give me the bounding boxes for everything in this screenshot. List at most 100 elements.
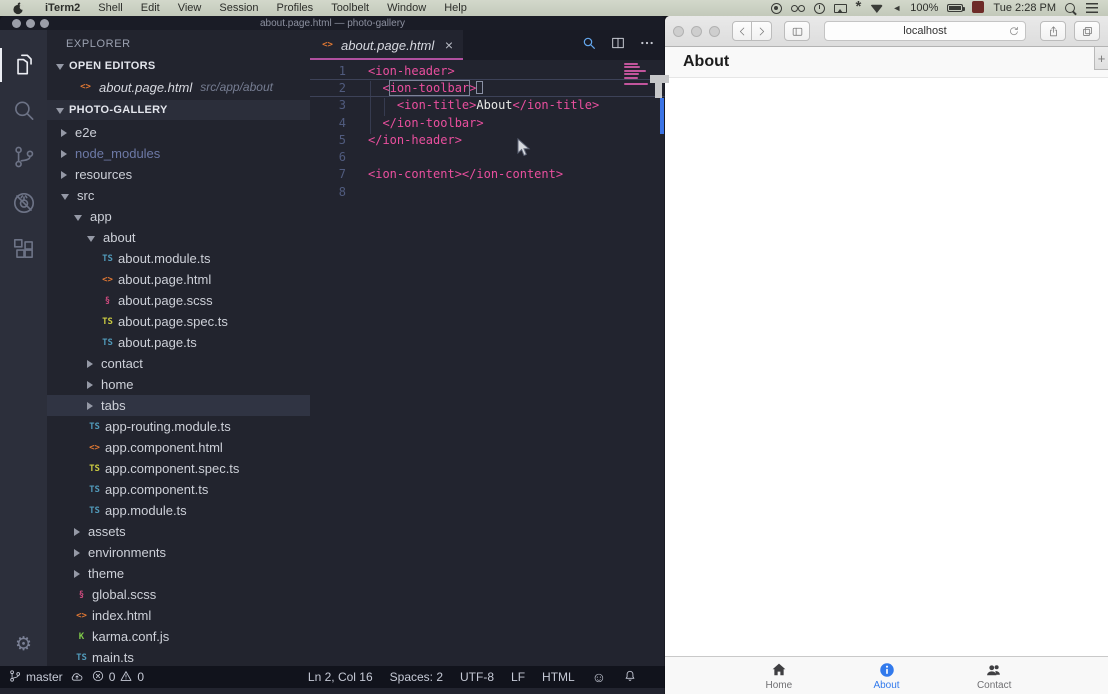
minimize-window-button[interactable]: [691, 26, 702, 37]
tree-item-app-component-ts[interactable]: TSapp.component.ts: [47, 479, 310, 500]
tree-item-tabs[interactable]: tabs: [47, 395, 310, 416]
back-button[interactable]: [732, 21, 752, 41]
code-line-7[interactable]: 7<ion-content></ion-content>: [310, 166, 665, 183]
git-branch-indicator[interactable]: master: [8, 669, 63, 686]
tab-about-page-html[interactable]: <> about.page.html ×: [310, 30, 463, 60]
tree-item-e2e[interactable]: e2e: [47, 122, 310, 143]
problems-indicator[interactable]: 0 0: [91, 669, 144, 686]
asterisk-icon[interactable]: [856, 2, 862, 14]
debug-icon[interactable]: [0, 180, 47, 226]
glasses-icon[interactable]: [791, 5, 805, 12]
code-line-1[interactable]: 1<ion-header>: [310, 62, 665, 79]
tree-item-about-page-ts[interactable]: TSabout.page.ts: [47, 332, 310, 353]
tree-item-app-routing-module-ts[interactable]: TSapp-routing.module.ts: [47, 416, 310, 437]
menu-bar-clock[interactable]: Tue 2:28 PM: [993, 2, 1056, 14]
statusbar-utf-8[interactable]: UTF-8: [460, 670, 494, 684]
tree-item-node-modules[interactable]: node_modules: [47, 143, 310, 164]
tree-item-app[interactable]: app: [47, 206, 310, 227]
tree-item-home[interactable]: home: [47, 374, 310, 395]
tree-item-karma-conf-js[interactable]: Kkarma.conf.js: [47, 626, 310, 647]
more-actions-icon[interactable]: [639, 35, 655, 56]
menu-session[interactable]: Session: [210, 2, 267, 14]
tree-item-resources[interactable]: resources: [47, 164, 310, 185]
tree-item-assets[interactable]: assets: [47, 521, 310, 542]
tree-item-contact[interactable]: contact: [47, 353, 310, 374]
code-editor[interactable]: 1<ion-header>2 <ion-toolbar>3 <ion-title…: [310, 60, 665, 666]
statusbar-spaces[interactable]: Spaces: 2: [390, 670, 443, 684]
tree-item-theme[interactable]: theme: [47, 563, 310, 584]
menu-window[interactable]: Window: [378, 2, 435, 14]
new-tab-button[interactable]: +: [1094, 47, 1108, 70]
explorer-icon[interactable]: [0, 42, 47, 88]
open-editor-item[interactable]: <> about.page.html src/app/about: [47, 76, 310, 98]
code-line-5[interactable]: 5</ion-header>: [310, 131, 665, 148]
share-button[interactable]: [1040, 21, 1066, 41]
split-editor-icon[interactable]: [610, 35, 626, 56]
address-bar[interactable]: localhost: [824, 21, 1026, 41]
menu-view[interactable]: View: [169, 2, 211, 14]
menu-toolbelt[interactable]: Toolbelt: [322, 2, 378, 14]
apple-icon[interactable]: [13, 2, 24, 15]
feedback-smiley-icon[interactable]: ☺: [592, 670, 606, 684]
volume-icon[interactable]: [892, 2, 901, 14]
window-controls[interactable]: [673, 26, 720, 37]
statusbar-html[interactable]: HTML: [542, 670, 575, 684]
menu-profiles[interactable]: Profiles: [268, 2, 323, 14]
source-control-icon[interactable]: [0, 134, 47, 180]
project-section-header[interactable]: PHOTO-GALLERY: [47, 100, 310, 120]
open-preview-icon[interactable]: [581, 35, 597, 56]
screen-record-icon[interactable]: [771, 3, 782, 14]
tree-item-about-page-html[interactable]: <>about.page.html: [47, 269, 310, 290]
reload-icon[interactable]: [1008, 25, 1020, 40]
extensions-icon[interactable]: [0, 226, 47, 272]
menu-edit[interactable]: Edit: [132, 2, 169, 14]
notifications-bell-icon[interactable]: [623, 669, 637, 686]
open-editors-header[interactable]: OPEN EDITORS: [47, 56, 310, 76]
menu-help[interactable]: Help: [435, 2, 476, 14]
spotlight-icon[interactable]: [1065, 3, 1075, 13]
display-icon[interactable]: [834, 4, 847, 13]
tree-item-about[interactable]: about: [47, 227, 310, 248]
tree-item-app-component-html[interactable]: <>app.component.html: [47, 437, 310, 458]
tree-item-about-page-spec-ts[interactable]: TSabout.page.spec.ts: [47, 311, 310, 332]
tree-item-environments[interactable]: environments: [47, 542, 310, 563]
settings-gear-icon[interactable]: ⚙: [0, 633, 47, 656]
statusbar-ln[interactable]: Ln 2, Col 16: [308, 670, 373, 684]
tree-item-index-html[interactable]: <>index.html: [47, 605, 310, 626]
tree-item-global-scss[interactable]: §global.scss: [47, 584, 310, 605]
tree-item-src[interactable]: src: [47, 185, 310, 206]
status-icons: [771, 2, 902, 14]
explorer-title: EXPLORER: [47, 30, 310, 56]
close-window-button[interactable]: [673, 26, 684, 37]
tree-item-app-component-spec-ts[interactable]: TSapp.component.spec.ts: [47, 458, 310, 479]
search-icon[interactable]: [0, 88, 47, 134]
code-line-4[interactable]: 4 </ion-toolbar>: [310, 114, 665, 131]
tree-item-main-ts[interactable]: TSmain.ts: [47, 647, 310, 666]
tab-overview-button[interactable]: [1074, 21, 1100, 41]
code-line-3[interactable]: 3 <ion-title>About</ion-title>: [310, 97, 665, 114]
code-line-2[interactable]: 2 <ion-toolbar>: [310, 79, 665, 96]
tree-item-about-module-ts[interactable]: TSabout.module.ts: [47, 248, 310, 269]
forward-button[interactable]: [752, 21, 772, 41]
code-line-8[interactable]: 8: [310, 183, 665, 200]
menu-shell[interactable]: Shell: [89, 2, 131, 14]
ionic-tab-contact[interactable]: Contact: [940, 657, 1048, 694]
sync-button[interactable]: [70, 670, 84, 684]
menu-iterm2[interactable]: iTerm2: [36, 2, 89, 14]
close-tab-icon[interactable]: ×: [437, 37, 453, 53]
statusbar-lf[interactable]: LF: [511, 670, 525, 684]
minimap-line: [624, 73, 639, 75]
zoom-window-button[interactable]: [709, 26, 720, 37]
tree-item-app-module-ts[interactable]: TSapp.module.ts: [47, 500, 310, 521]
sidebar-toggle-button[interactable]: [784, 21, 810, 41]
code-line-6[interactable]: 6: [310, 148, 665, 165]
minimap[interactable]: [624, 63, 652, 87]
wifi-icon[interactable]: [870, 3, 883, 13]
ionic-tab-home[interactable]: Home: [725, 657, 833, 694]
notification-center-icon[interactable]: [1086, 3, 1098, 13]
input-source-icon[interactable]: [972, 1, 984, 13]
ionic-tab-about[interactable]: About: [833, 657, 941, 694]
tree-item-about-page-scss[interactable]: §about.page.scss: [47, 290, 310, 311]
clock-icon[interactable]: [814, 3, 825, 14]
tree-item-label: about.page.scss: [118, 293, 213, 308]
